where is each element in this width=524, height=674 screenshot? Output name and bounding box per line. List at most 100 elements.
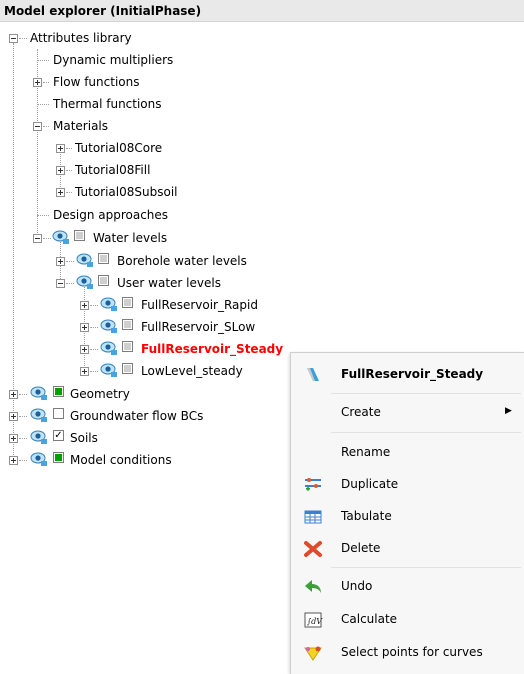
tree-label: Geometry bbox=[70, 387, 130, 401]
tree-label: FullReservoir_SLow bbox=[141, 320, 256, 334]
collapse-icon[interactable] bbox=[9, 34, 18, 43]
visibility-eye-icon[interactable] bbox=[76, 274, 94, 290]
menu-item-select-points[interactable]: Select points for curves bbox=[291, 640, 524, 666]
expand-icon[interactable] bbox=[80, 367, 89, 376]
selection-checkbox[interactable] bbox=[53, 452, 64, 463]
visibility-eye-icon[interactable] bbox=[30, 451, 48, 467]
expand-icon[interactable] bbox=[56, 166, 65, 175]
tree-label: Thermal functions bbox=[53, 97, 162, 111]
selection-checkbox[interactable] bbox=[122, 319, 133, 330]
selection-checkbox[interactable] bbox=[122, 297, 133, 308]
menu-item-delete[interactable]: Delete bbox=[291, 536, 524, 562]
menu-header-label: FullReservoir_Steady bbox=[341, 367, 484, 381]
tree-item-borehole-water-levels[interactable]: Borehole water levels bbox=[0, 251, 300, 271]
duplicate-icon bbox=[305, 478, 321, 491]
expand-icon[interactable] bbox=[80, 323, 89, 332]
tree-label: Attributes library bbox=[30, 31, 132, 45]
expand-icon[interactable] bbox=[9, 434, 18, 443]
menu-item-duplicate[interactable]: Duplicate bbox=[291, 472, 524, 498]
tree-item-flow-functions[interactable]: Flow functions bbox=[0, 72, 300, 92]
tree-label: Soils bbox=[70, 431, 98, 445]
tree-item-water-level[interactable]: LowLevel_steady bbox=[0, 361, 290, 381]
visibility-eye-icon[interactable] bbox=[100, 362, 118, 378]
visibility-eye-icon[interactable] bbox=[30, 385, 48, 401]
selection-checkbox[interactable] bbox=[122, 363, 133, 374]
visibility-eye-icon[interactable] bbox=[100, 296, 118, 312]
table-icon bbox=[304, 510, 322, 524]
menu-separator bbox=[331, 567, 521, 568]
tree-item-soils[interactable]: ✓ Soils bbox=[0, 428, 290, 448]
expand-icon[interactable] bbox=[56, 257, 65, 266]
tree-label: Tutorial08Core bbox=[75, 141, 163, 155]
expand-icon[interactable] bbox=[56, 144, 65, 153]
tree-item-material[interactable]: Tutorial08Core bbox=[0, 138, 300, 158]
submenu-arrow-icon: ▶ bbox=[505, 406, 512, 416]
expand-icon[interactable] bbox=[33, 78, 42, 87]
panel-title: Model explorer (InitialPhase) bbox=[4, 4, 202, 18]
expand-icon[interactable] bbox=[80, 345, 89, 354]
selection-checkbox[interactable] bbox=[98, 253, 109, 264]
menu-item-undo[interactable]: Undo bbox=[291, 574, 524, 600]
tree-label: FullReservoir_Rapid bbox=[141, 298, 258, 312]
visibility-eye-icon[interactable] bbox=[30, 407, 48, 423]
menu-separator bbox=[331, 393, 521, 394]
menu-item-label: Duplicate bbox=[341, 477, 399, 491]
tree-label: Dynamic multipliers bbox=[53, 53, 174, 67]
tree-item-groundwater-flow-bcs[interactable]: Groundwater flow BCs bbox=[0, 406, 290, 426]
menu-item-label: Delete bbox=[341, 541, 381, 555]
tree-item-thermal-functions[interactable]: Thermal functions bbox=[0, 94, 300, 114]
menu-separator bbox=[331, 432, 521, 433]
delete-icon bbox=[304, 541, 322, 557]
expand-icon[interactable] bbox=[80, 301, 89, 310]
collapse-icon[interactable] bbox=[33, 122, 42, 131]
menu-item-label: Undo bbox=[341, 579, 373, 593]
menu-item-calculate[interactable]: ∫dV Calculate bbox=[291, 607, 524, 633]
tree-item-user-water-levels[interactable]: User water levels bbox=[0, 273, 300, 293]
selection-checkbox[interactable] bbox=[98, 275, 109, 286]
menu-item-label: Create bbox=[341, 405, 381, 419]
menu-item-create[interactable]: Create ▶ bbox=[291, 400, 524, 426]
tree-label: Design approaches bbox=[53, 208, 169, 222]
tree-item-material[interactable]: Tutorial08Fill bbox=[0, 160, 300, 180]
tree-item-material[interactable]: Tutorial08Subsoil bbox=[0, 182, 300, 202]
water-level-icon bbox=[307, 368, 319, 381]
tree-label: Groundwater flow BCs bbox=[70, 409, 204, 423]
visibility-eye-icon[interactable] bbox=[52, 229, 70, 245]
panel-header: Model explorer (InitialPhase) bbox=[0, 0, 524, 22]
select-points-icon bbox=[304, 646, 322, 661]
expand-icon[interactable] bbox=[9, 412, 18, 421]
tree-item-attributes-library[interactable]: Attributes library bbox=[0, 28, 300, 48]
visibility-eye-icon[interactable] bbox=[76, 252, 94, 268]
selection-checkbox[interactable] bbox=[122, 341, 133, 352]
selection-checkbox[interactable] bbox=[53, 408, 64, 419]
tree-item-water-levels[interactable]: Water levels bbox=[0, 228, 300, 248]
menu-item-tabulate[interactable]: Tabulate bbox=[291, 504, 524, 530]
selection-checkbox[interactable] bbox=[74, 230, 85, 241]
tree-item-water-level[interactable]: FullReservoir_SLow bbox=[0, 317, 300, 337]
tree-item-dynamic-multipliers[interactable]: Dynamic multipliers bbox=[0, 50, 300, 70]
expand-icon[interactable] bbox=[56, 188, 65, 197]
tree-item-model-conditions[interactable]: Model conditions bbox=[0, 450, 290, 470]
checkmark-checkbox[interactable]: ✓ bbox=[53, 430, 64, 441]
tree-label: LowLevel_steady bbox=[141, 364, 243, 378]
svg-text:∫dV: ∫dV bbox=[307, 617, 323, 626]
tree-item-water-level-selected[interactable]: FullReservoir_Steady bbox=[0, 339, 300, 359]
expand-icon[interactable] bbox=[9, 390, 18, 399]
tree-label: Borehole water levels bbox=[117, 254, 247, 268]
collapse-icon[interactable] bbox=[33, 234, 42, 243]
visibility-eye-icon[interactable] bbox=[30, 429, 48, 445]
tree-item-water-level[interactable]: FullReservoir_Rapid bbox=[0, 295, 300, 315]
tree-item-materials[interactable]: Materials bbox=[0, 116, 300, 136]
selection-checkbox[interactable] bbox=[53, 386, 64, 397]
menu-item-rename[interactable]: Rename bbox=[291, 440, 524, 466]
tree-item-design-approaches[interactable]: Design approaches bbox=[0, 205, 300, 225]
tree-label: FullReservoir_Steady bbox=[141, 342, 284, 356]
visibility-eye-icon[interactable] bbox=[100, 318, 118, 334]
calculate-icon: ∫dV bbox=[304, 612, 323, 628]
collapse-icon[interactable] bbox=[56, 279, 65, 288]
tree-item-geometry[interactable]: Geometry bbox=[0, 384, 290, 404]
visibility-eye-icon[interactable] bbox=[100, 340, 118, 356]
expand-icon[interactable] bbox=[9, 456, 18, 465]
tree-label: Flow functions bbox=[53, 75, 140, 89]
tree-label: User water levels bbox=[117, 276, 221, 290]
